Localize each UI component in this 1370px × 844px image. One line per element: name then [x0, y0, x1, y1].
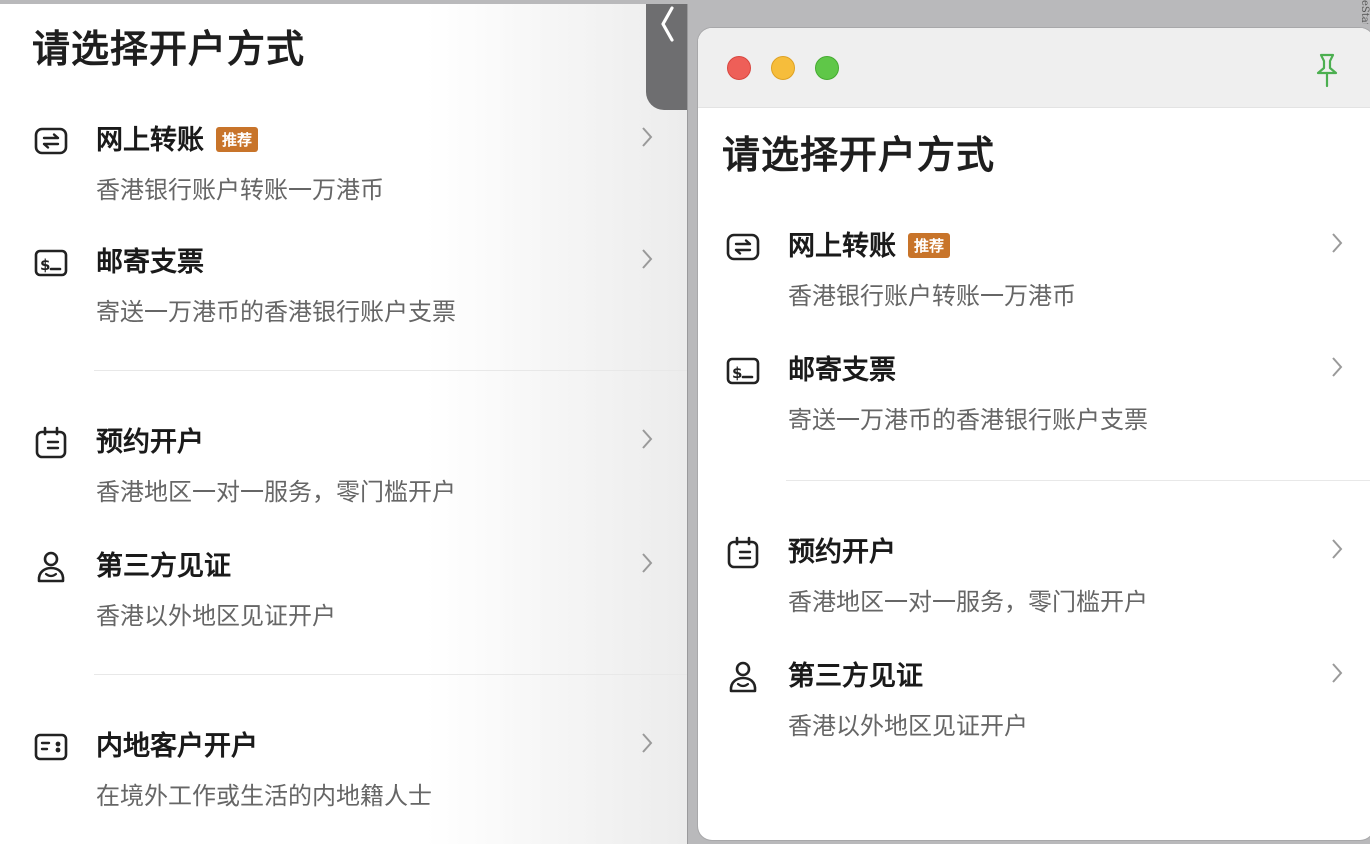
- chevron-right-icon: [642, 127, 653, 147]
- chevron-right-icon: [642, 429, 653, 449]
- divider: [786, 480, 1370, 481]
- chevron-right-icon: [1332, 663, 1343, 683]
- close-window-button[interactable]: [727, 56, 751, 80]
- person-icon: [37, 551, 65, 583]
- option-mail-check[interactable]: $ 邮寄支票 寄送一万港币的香港银行账户支票: [726, 348, 1350, 448]
- person-icon: [729, 661, 757, 693]
- chevron-right-icon: [642, 733, 653, 753]
- option-name: 第三方见证: [96, 551, 231, 582]
- chevron-left-icon: [661, 6, 674, 42]
- option-name: 网上转账 推荐: [96, 118, 259, 157]
- option-appointment[interactable]: 预约开户 香港地区一对一服务，零门槛开户: [34, 420, 658, 520]
- option-online-transfer[interactable]: 网上转账 推荐 香港银行账户转账一万港币: [34, 118, 658, 218]
- option-desc: 在境外工作或生活的内地籍人士: [96, 782, 432, 810]
- option-mainland-client[interactable]: 内地客户开户 在境外工作或生活的内地籍人士: [34, 724, 658, 824]
- svg-text:$: $: [40, 256, 50, 274]
- check-icon: $: [34, 249, 68, 277]
- option-name: 邮寄支票: [96, 247, 204, 278]
- page-title: 请选择开户方式: [32, 27, 306, 71]
- option-third-party-witness[interactable]: 第三方见证 香港以外地区见证开户: [34, 544, 658, 644]
- option-desc: 香港以外地区见证开户: [96, 602, 336, 630]
- chevron-right-icon: [1332, 539, 1343, 559]
- option-name: 邮寄支票: [788, 355, 896, 386]
- option-name: 内地客户开户: [96, 731, 258, 762]
- collapse-panel-button[interactable]: [646, 4, 687, 110]
- option-desc: 香港以外地区见证开户: [788, 712, 1028, 740]
- transfer-icon: [34, 127, 68, 155]
- recommend-badge: 推荐: [908, 233, 951, 258]
- option-name: 预约开户: [96, 427, 204, 458]
- calendar-icon: [35, 426, 67, 459]
- check-icon: $: [726, 357, 760, 385]
- zoom-window-button[interactable]: [815, 56, 839, 80]
- chevron-right-icon: [642, 553, 653, 573]
- window-titlebar: [698, 28, 1370, 108]
- option-desc: 香港银行账户转账一万港币: [788, 282, 1076, 310]
- edge-text: eStat: [1359, 0, 1370, 24]
- floating-window: 请选择开户方式 网上转账 推荐 香港银行账户转账一万港币 $ 邮寄支票 寄送一万港…: [698, 28, 1370, 840]
- svg-text:$: $: [732, 364, 742, 382]
- divider: [94, 370, 687, 371]
- option-desc: 香港地区一对一服务，零门槛开户: [96, 478, 456, 506]
- minimize-window-button[interactable]: [771, 56, 795, 80]
- option-desc: 寄送一万港币的香港银行账户支票: [788, 406, 1148, 434]
- option-name: 网上转账 推荐: [788, 224, 951, 263]
- transfer-icon: [726, 233, 760, 261]
- option-mail-check[interactable]: $ 邮寄支票 寄送一万港币的香港银行账户支票: [34, 240, 658, 340]
- option-third-party-witness[interactable]: 第三方见证 香港以外地区见证开户: [726, 654, 1350, 754]
- id-card-icon: [34, 733, 68, 761]
- option-desc: 香港地区一对一服务，零门槛开户: [788, 588, 1148, 616]
- option-desc: 寄送一万港币的香港银行账户支票: [96, 298, 456, 326]
- divider: [94, 674, 687, 675]
- option-online-transfer[interactable]: 网上转账 推荐 香港银行账户转账一万港币: [726, 224, 1350, 324]
- left-account-panel: 请选择开户方式 网上转账 推荐 香港银行账户转账一万港币 $ 邮寄支票 寄送一万…: [0, 4, 688, 844]
- chevron-right-icon: [1332, 233, 1343, 253]
- option-name: 第三方见证: [788, 661, 923, 692]
- page-title: 请选择开户方式: [722, 133, 996, 177]
- calendar-icon: [727, 536, 759, 569]
- option-appointment[interactable]: 预约开户 香港地区一对一服务，零门槛开户: [726, 530, 1350, 630]
- desktop: 请选择开户方式 网上转账 推荐 香港银行账户转账一万港币 $ 邮寄支票 寄送一万…: [0, 0, 1370, 844]
- option-name: 预约开户: [788, 537, 896, 568]
- pin-icon[interactable]: [1312, 52, 1342, 88]
- option-desc: 香港银行账户转账一万港币: [96, 176, 384, 204]
- chevron-right-icon: [1332, 357, 1343, 377]
- chevron-right-icon: [642, 249, 653, 269]
- recommend-badge: 推荐: [216, 127, 259, 152]
